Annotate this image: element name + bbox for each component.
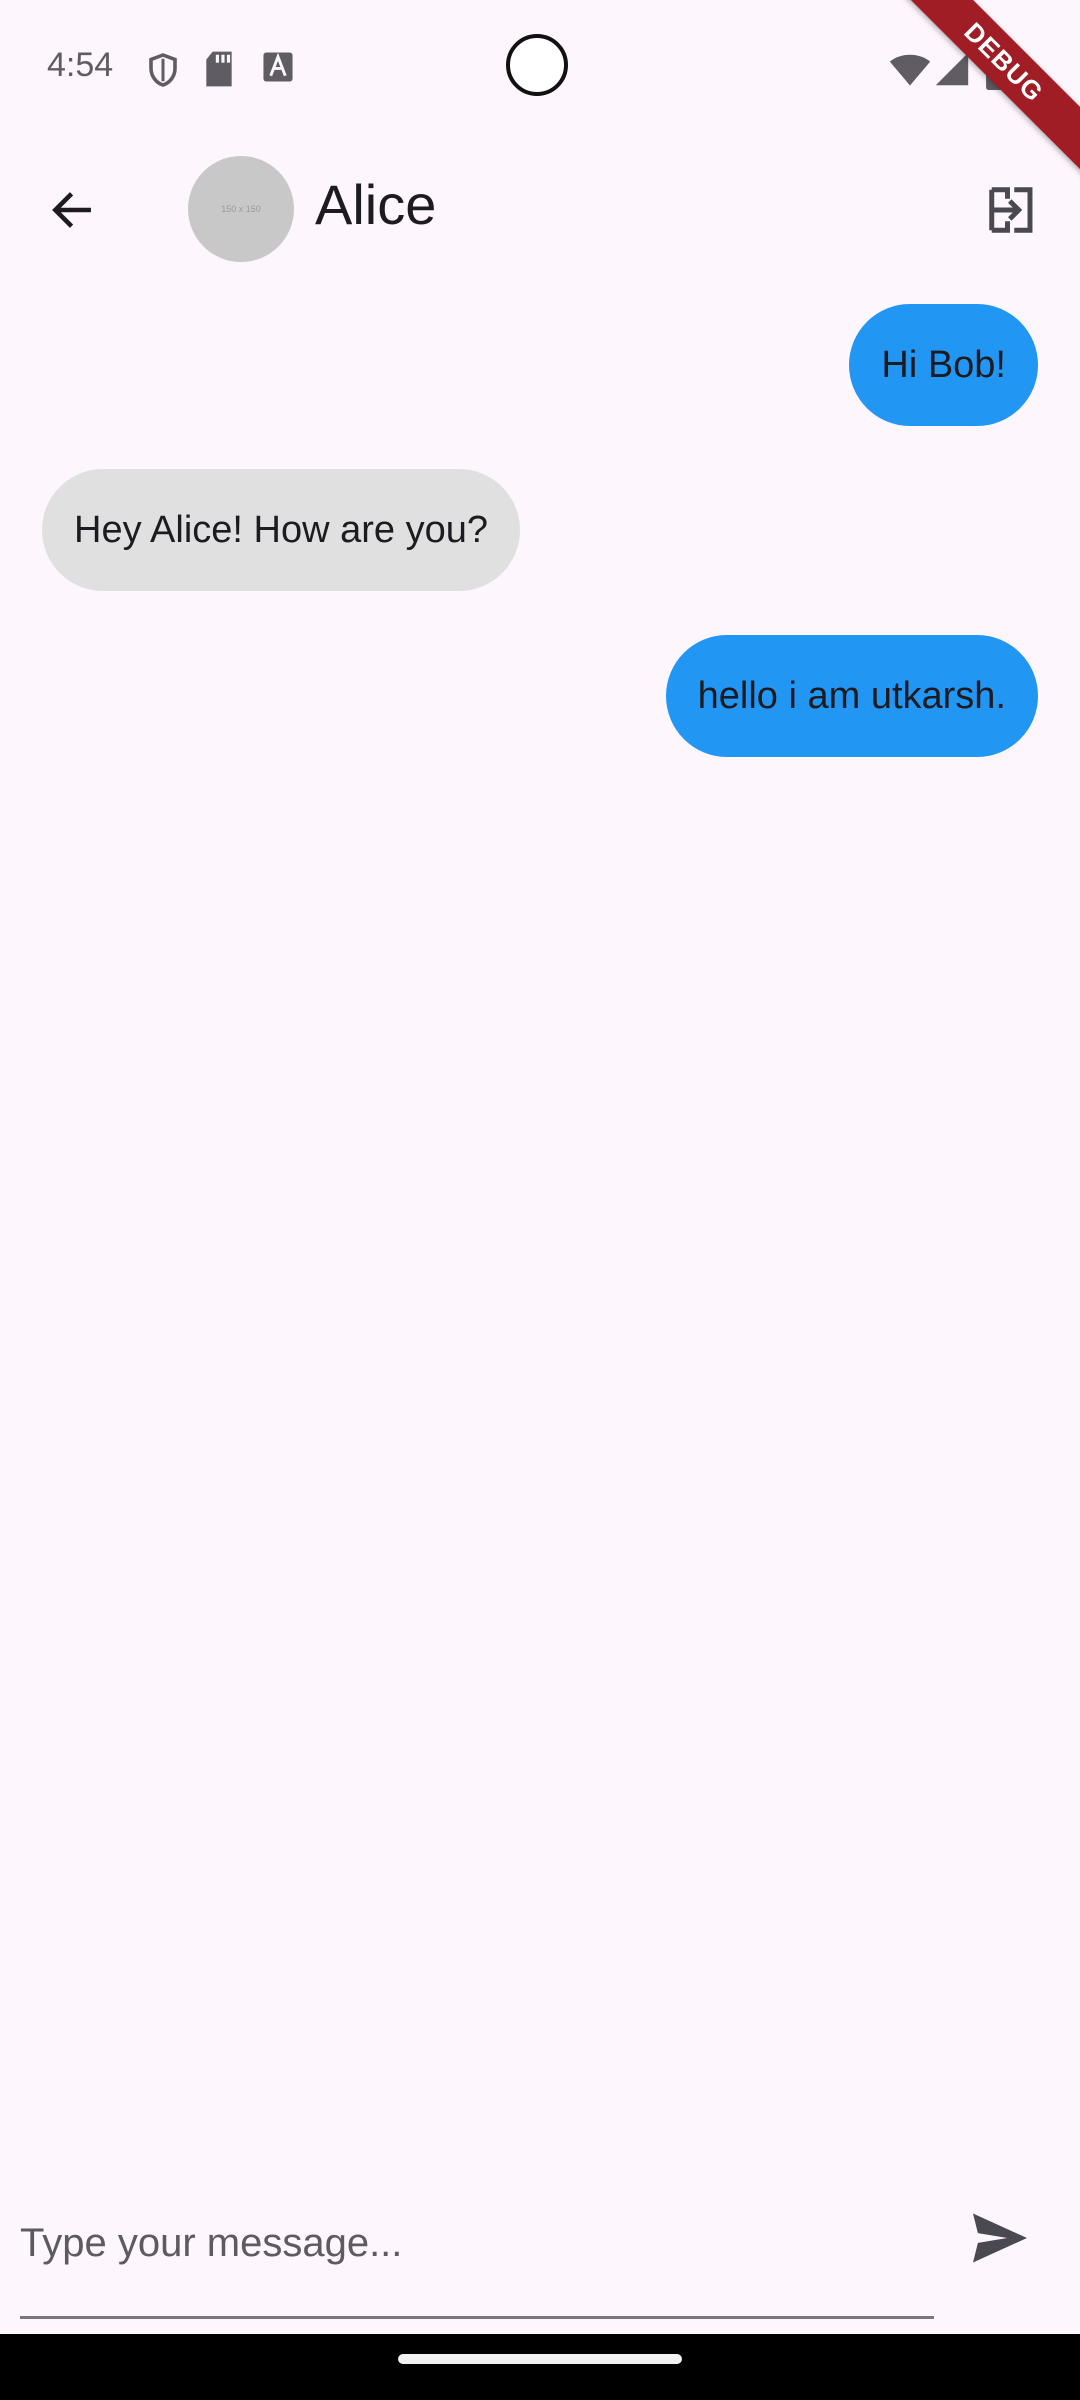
message-bubble-sent[interactable]: hello i am utkarsh. [665,635,1038,757]
shield-icon [145,50,185,90]
status-time: 4:54 [47,46,114,84]
font-a-icon [262,50,302,90]
camera-cutout [506,34,568,96]
app-bar: 150 x 150 Alice [0,140,1080,280]
wifi-icon [888,50,931,90]
message-composer [0,2170,1080,2320]
message-input[interactable] [20,2170,934,2319]
logout-button[interactable] [970,170,1054,254]
chat-title: Alice [315,173,437,236]
avatar-placeholder-text: 150 x 150 [221,204,261,214]
message-bubble-sent[interactable]: Hi Bob! [849,304,1038,426]
arrow-back-icon [47,185,97,240]
logout-icon [985,183,1039,242]
home-gesture-handle[interactable] [398,2354,682,2364]
send-button[interactable] [960,2200,1040,2280]
avatar: 150 x 150 [188,156,294,262]
send-icon [970,2211,1030,2270]
system-navigation-bar [0,2334,1080,2400]
status-bar: 4:54 [0,0,1080,140]
sd-card-icon [203,50,243,90]
message-bubble-received[interactable]: Hey Alice! How are you? [42,469,520,591]
back-button[interactable] [30,170,114,254]
